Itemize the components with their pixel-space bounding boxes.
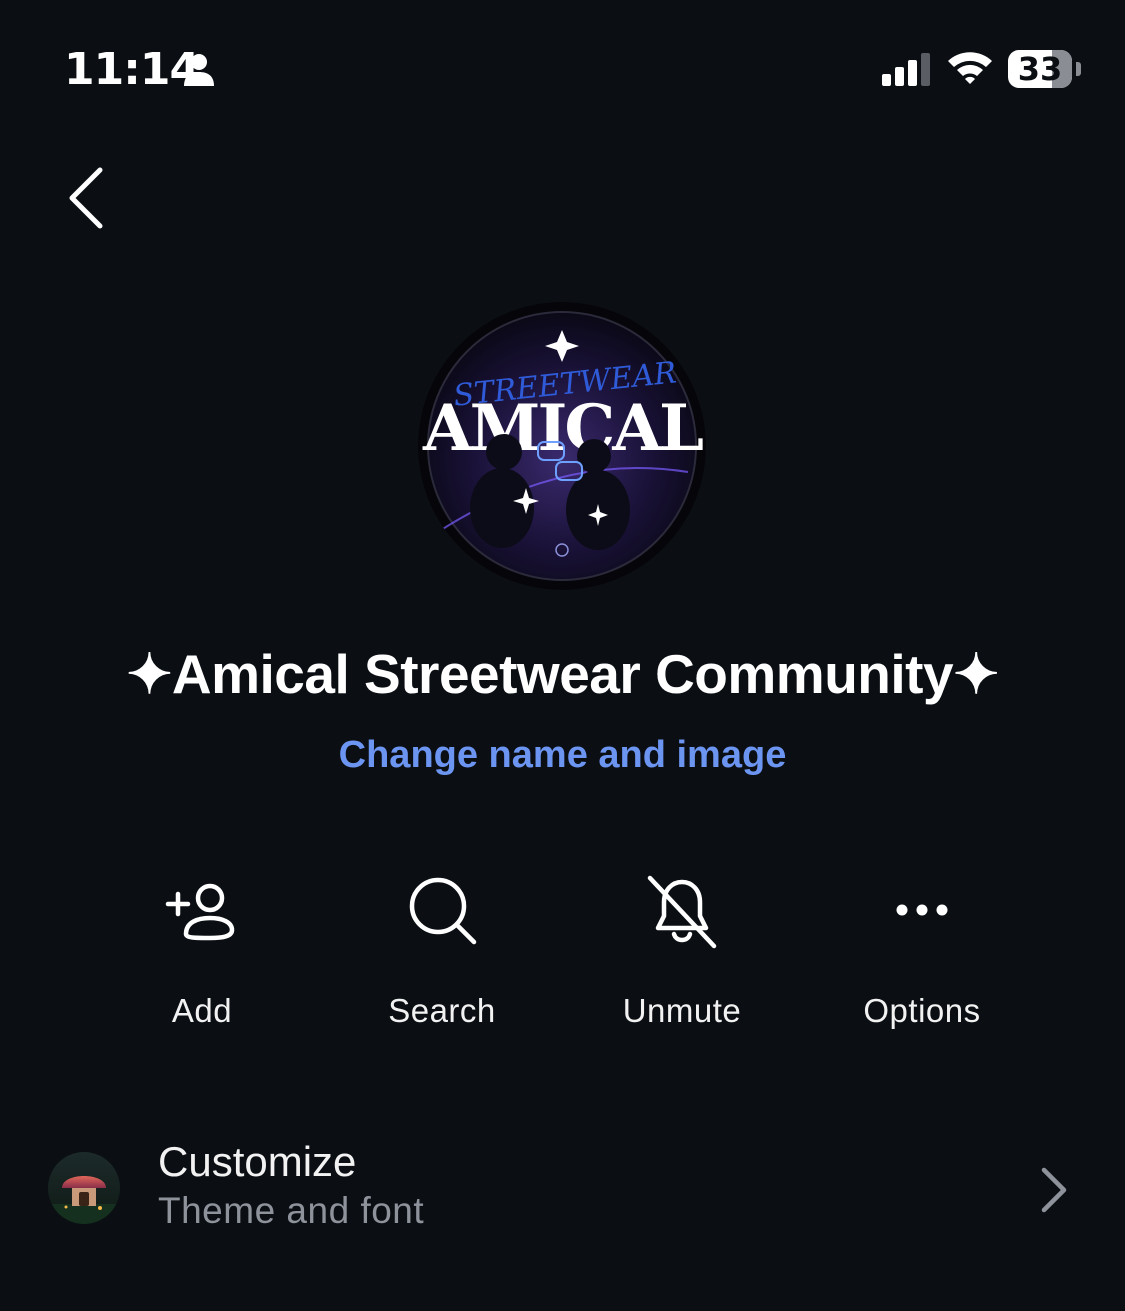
group-avatar[interactable]: STREETWEAR AMICAL — [418, 302, 706, 590]
wifi-icon — [948, 52, 992, 84]
theme-thumbnail — [48, 1152, 120, 1224]
customize-subtitle: Theme and font — [158, 1190, 425, 1231]
person-icon — [184, 54, 214, 86]
add-label: Add — [171, 992, 233, 1029]
chevron-right-icon — [1041, 1167, 1067, 1213]
add-person-icon — [165, 883, 235, 941]
status-time: 11:14 — [64, 44, 200, 95]
cellular-signal-icon — [882, 53, 930, 86]
battery-icon: 33 — [1008, 50, 1072, 88]
search-label: Search — [388, 992, 496, 1029]
add-button[interactable]: Add — [82, 860, 322, 1050]
unmute-button[interactable]: Unmute — [562, 860, 802, 1050]
group-name: ✦Amical Streetwear Community✦ — [126, 643, 999, 705]
svg-text:AMICAL: AMICAL — [422, 391, 703, 466]
action-row: Add Search Unmute Options — [82, 860, 1042, 1050]
search-button[interactable]: Search — [322, 860, 562, 1050]
battery-level: 33 — [1017, 50, 1063, 88]
mushroom-house-image — [48, 1152, 120, 1224]
customize-title: Customize — [158, 1138, 357, 1185]
chevron-left-icon[interactable] — [56, 160, 126, 240]
bell-slash-icon — [647, 875, 717, 949]
unmute-label: Unmute — [622, 992, 742, 1029]
options-label: Options — [863, 992, 981, 1029]
search-icon — [409, 877, 477, 945]
avatar-logo-image: STREETWEAR AMICAL — [418, 302, 706, 590]
change-name-and-image-link[interactable]: Change name and image — [0, 734, 1125, 777]
more-icon — [896, 904, 948, 916]
status-bar: 11:14 33 — [0, 0, 1125, 140]
options-button[interactable]: Options — [802, 860, 1042, 1050]
battery-nub — [1076, 62, 1081, 76]
customize-row[interactable]: Customize Theme and font — [0, 1120, 1125, 1260]
